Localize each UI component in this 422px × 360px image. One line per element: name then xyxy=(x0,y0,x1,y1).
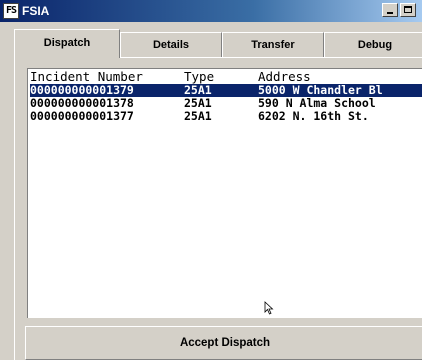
tab-dispatch[interactable]: Dispatch xyxy=(14,29,120,58)
tab-details[interactable]: Details xyxy=(120,32,222,58)
maximize-icon xyxy=(404,6,412,13)
window-body: Dispatch Details Transfer Debug Incident… xyxy=(8,22,422,360)
incident-type: 25A1 xyxy=(184,109,212,123)
minimize-icon xyxy=(387,12,393,14)
accept-dispatch-button[interactable]: Accept Dispatch xyxy=(25,326,422,360)
incident-address: 6202 N. 16th St. xyxy=(258,109,369,123)
dispatch-panel: Incident Number Type Address 00000000000… xyxy=(14,57,422,360)
title-bar[interactable]: FS FSIA xyxy=(0,0,422,22)
maximize-button[interactable] xyxy=(400,3,416,17)
tab-transfer[interactable]: Transfer xyxy=(222,32,324,58)
header-type: Type xyxy=(184,69,215,84)
incident-number: 000000000001377 xyxy=(30,109,134,123)
mouse-pointer-icon xyxy=(264,301,274,315)
header-address: Address xyxy=(258,69,311,84)
list-header-row: Incident Number Type Address xyxy=(30,70,422,83)
tab-strip: Dispatch Details Transfer Debug xyxy=(14,29,422,58)
minimize-button[interactable] xyxy=(382,3,398,17)
window-title: FSIA xyxy=(22,4,50,18)
list-item[interactable]: 000000000001377 25A1 6202 N. 16th St. xyxy=(30,110,422,123)
app-icon: FS xyxy=(3,3,19,19)
tab-debug[interactable]: Debug xyxy=(324,32,422,58)
header-incident-number: Incident Number xyxy=(30,69,143,84)
incident-listbox[interactable]: Incident Number Type Address 00000000000… xyxy=(27,68,422,318)
